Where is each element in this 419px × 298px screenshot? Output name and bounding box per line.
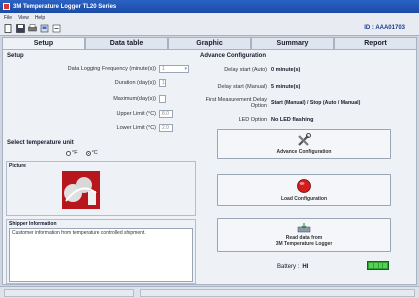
tools-icon bbox=[296, 133, 312, 149]
upper-limit-input[interactable]: 8.0 bbox=[159, 110, 173, 118]
tab-report[interactable]: Report bbox=[334, 37, 417, 49]
menu-item-file[interactable]: File bbox=[4, 15, 12, 21]
right-column: Advance Configuration Delay start (Auto)… bbox=[199, 52, 414, 284]
shipper-info-group: Shipper Information Customer information… bbox=[6, 219, 196, 284]
save-icon[interactable] bbox=[15, 24, 25, 34]
settings-icon[interactable] bbox=[51, 24, 61, 34]
tab-bar: Setup Data table Graphic Summary Report bbox=[2, 37, 417, 49]
tab-graphic[interactable]: Graphic bbox=[168, 37, 251, 49]
unit-fahrenheit-label: °F bbox=[72, 150, 78, 156]
advance-config-title: Advance Configuration bbox=[200, 53, 267, 59]
upper-limit-label: Upper Limit (°C) bbox=[116, 111, 156, 117]
lower-limit-input[interactable]: 2.0 bbox=[159, 124, 173, 132]
first-measurement-value: Start (Manual) / Stop (Auto / Manual) bbox=[271, 100, 361, 106]
led-option-value: No LED flashing bbox=[271, 117, 314, 123]
menu-bar: File View Help bbox=[0, 13, 419, 22]
battery-label: Battery : bbox=[277, 264, 300, 270]
status-cell-right bbox=[140, 289, 415, 297]
first-measurement-label: First Measurement Delay Option bbox=[205, 97, 267, 109]
toolbar: ID : AAA01703 bbox=[0, 22, 419, 36]
temperature-unit-title: Select temperature unit bbox=[7, 140, 74, 146]
picture-group: Picture bbox=[6, 161, 196, 216]
setup-panel: Setup Data Logging Frequency (minute(s))… bbox=[2, 49, 417, 285]
logging-frequency-label: Data Logging Frequency (minute(s)) bbox=[67, 66, 156, 72]
unit-fahrenheit-radio[interactable]: °F bbox=[66, 150, 78, 156]
company-logo-image bbox=[62, 171, 100, 209]
logging-frequency-select[interactable]: 1 ▾ bbox=[159, 65, 189, 73]
read-data-button[interactable]: Read data from 3M Temperature Logger bbox=[217, 218, 391, 252]
chevron-down-icon: ▾ bbox=[184, 66, 187, 72]
menu-item-view[interactable]: View bbox=[18, 15, 29, 21]
radio-icon bbox=[66, 150, 71, 156]
menu-item-help[interactable]: Help bbox=[35, 15, 45, 21]
download-icon bbox=[297, 223, 311, 235]
device-id-label: ID : AAA01703 bbox=[364, 25, 405, 31]
delay-start-auto-label: Delay start (Auto) bbox=[224, 67, 267, 73]
tab-data-table[interactable]: Data table bbox=[85, 37, 168, 49]
maximum-days-input[interactable] bbox=[159, 95, 166, 103]
advance-configuration-label: Advance Configuration bbox=[276, 149, 332, 155]
radio-selected-icon bbox=[85, 150, 91, 156]
led-option-label: LED Option bbox=[238, 117, 267, 123]
unit-celsius-label: °C bbox=[91, 150, 98, 156]
print-icon[interactable] bbox=[27, 24, 37, 34]
delay-start-manual-label: Delay start (Manual) bbox=[217, 84, 267, 90]
battery-icon bbox=[367, 261, 389, 270]
left-column: Setup Data Logging Frequency (minute(s))… bbox=[6, 52, 196, 284]
logging-frequency-value: 1 bbox=[162, 66, 165, 72]
setup-section-title: Setup bbox=[7, 53, 24, 59]
load-configuration-label: Load Configuration bbox=[280, 196, 328, 202]
tab-summary[interactable]: Summary bbox=[251, 37, 334, 49]
delay-start-manual-value: 5 minute(s) bbox=[271, 84, 301, 90]
battery-value: HI bbox=[302, 264, 309, 270]
delay-start-auto-value: 0 minute(s) bbox=[271, 67, 301, 73]
advance-configuration-button[interactable]: Advance Configuration bbox=[217, 129, 391, 159]
tab-setup[interactable]: Setup bbox=[2, 37, 85, 49]
shipper-info-textarea[interactable]: Customer information from temperature co… bbox=[9, 228, 193, 282]
stop-icon bbox=[296, 178, 312, 196]
maximum-days-label: Maximum(day(s)) bbox=[113, 96, 156, 102]
duration-label: Duration (day(s)) bbox=[114, 80, 156, 86]
new-file-icon[interactable] bbox=[3, 24, 13, 34]
device-icon[interactable] bbox=[39, 24, 49, 34]
unit-celsius-radio[interactable]: °C bbox=[85, 150, 98, 156]
picture-title: Picture bbox=[9, 163, 26, 169]
shipper-info-title: Shipper Information bbox=[9, 221, 57, 227]
load-configuration-button[interactable]: Load Configuration bbox=[217, 174, 391, 206]
duration-input[interactable]: 1 bbox=[159, 79, 166, 87]
window-title: 3M Temperature Logger TL20 Series bbox=[13, 3, 117, 10]
status-cell-left bbox=[4, 289, 134, 297]
read-data-label-line2: 3M Temperature Logger bbox=[275, 241, 333, 247]
app-logo-icon bbox=[3, 3, 10, 10]
lower-limit-label: Lower Limit (°C) bbox=[116, 125, 156, 131]
status-bar bbox=[0, 286, 419, 298]
window-titlebar: 3M Temperature Logger TL20 Series bbox=[0, 0, 419, 13]
